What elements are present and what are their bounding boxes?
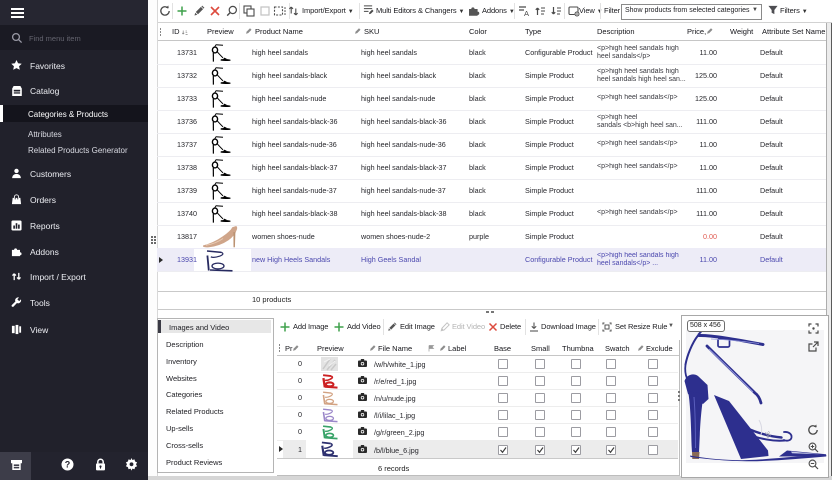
svg-text:A: A xyxy=(524,9,529,17)
svg-text:?: ? xyxy=(65,460,71,470)
svg-text:36: 36 xyxy=(763,431,771,440)
